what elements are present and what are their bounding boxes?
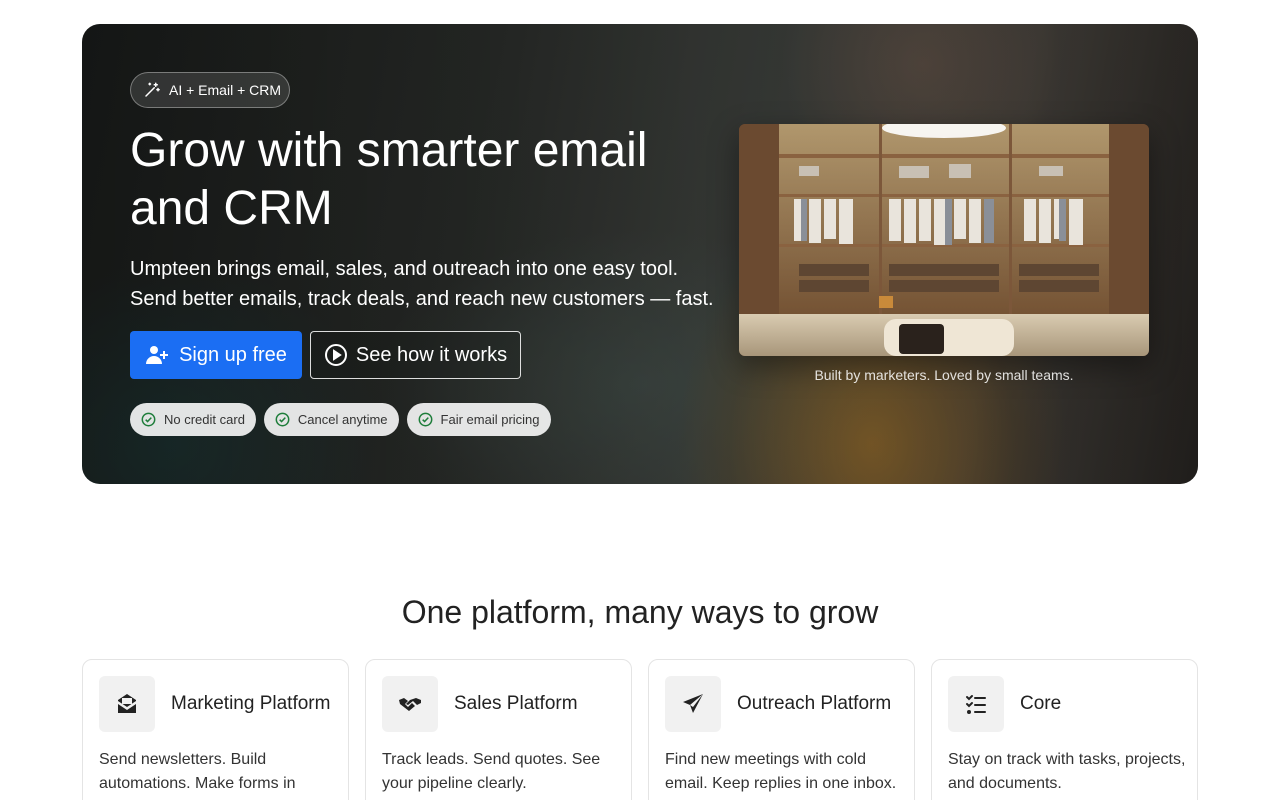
feature-card-marketing[interactable]: Marketing Platform Send newsletters. Bui…	[82, 659, 349, 800]
check-circle-icon	[275, 412, 290, 427]
play-circle-icon	[324, 344, 347, 366]
badge-fair-email-pricing: Fair email pricing	[406, 403, 551, 436]
see-how-it-works-label: See how it works	[355, 343, 508, 366]
card-icon-box	[665, 676, 721, 732]
hero-badges: No credit card Cancel anytime Fair email…	[130, 403, 551, 436]
card-icon-box	[99, 676, 155, 732]
hero-tag-label: AI + Email + CRM	[169, 82, 282, 98]
card-icon-box	[382, 676, 438, 732]
hero-banner: AI + Email + CRM Grow with smarter email…	[82, 24, 1198, 484]
feature-card-title: Marketing Platform	[171, 693, 331, 714]
hero-subtitle-line-1: Umpteen brings email, sales, and outreac…	[130, 258, 679, 280]
feature-card-title: Sales Platform	[454, 693, 578, 714]
feature-card-sales[interactable]: Sales Platform Track leads. Send quotes.…	[365, 659, 632, 800]
badge-label: Fair email pricing	[440, 412, 540, 427]
handshake-icon	[399, 698, 421, 711]
badge-label: No credit card	[164, 412, 245, 427]
envelope-open-icon	[118, 694, 136, 713]
hero-image-caption: Built by marketers. Loved by small teams…	[814, 367, 1074, 383]
hero-subtitle: Umpteen brings email, sales, and outreac…	[130, 254, 750, 314]
feature-card-description: Send newsletters. Build automations. Mak…	[99, 751, 296, 792]
feature-card-title: Core	[1020, 693, 1062, 714]
feature-card-title: Outreach Platform	[737, 693, 892, 714]
check-circle-icon	[141, 412, 156, 427]
feature-card-description: Track leads. Send quotes. See your pipel…	[382, 751, 601, 792]
card-icon-box	[948, 676, 1004, 732]
badge-cancel-anytime: Cancel anytime	[263, 403, 399, 436]
badge-label: Cancel anytime	[297, 412, 388, 427]
sign-up-label: Sign up free	[179, 343, 287, 366]
hero-subtitle-line-2: Send better emails, track deals, and rea…	[130, 288, 714, 310]
hero-tag-pill: AI + Email + CRM	[130, 72, 290, 108]
checklist-icon	[966, 695, 986, 714]
feature-card-description: Stay on track with tasks, projects, and …	[948, 751, 1186, 792]
magic-wand-icon	[145, 82, 160, 97]
see-how-it-works-button[interactable]: See how it works	[310, 331, 521, 379]
sign-up-button[interactable]: Sign up free	[130, 331, 302, 379]
badge-no-credit-card: No credit card	[130, 403, 256, 436]
features-title: One platform, many ways to grow	[401, 594, 879, 630]
feature-card-description: Find new meetings with cold email. Keep …	[665, 751, 897, 792]
hero-title: Grow with smarter email and CRM	[130, 124, 648, 235]
feature-card-core[interactable]: Core Stay on track with tasks, projects,…	[931, 659, 1198, 800]
feature-card-outreach[interactable]: Outreach Platform Find new meetings with…	[648, 659, 915, 800]
paper-plane-icon	[683, 694, 703, 713]
user-plus-icon	[146, 346, 169, 364]
check-circle-icon	[418, 412, 432, 427]
hero-product-image	[739, 124, 1149, 356]
